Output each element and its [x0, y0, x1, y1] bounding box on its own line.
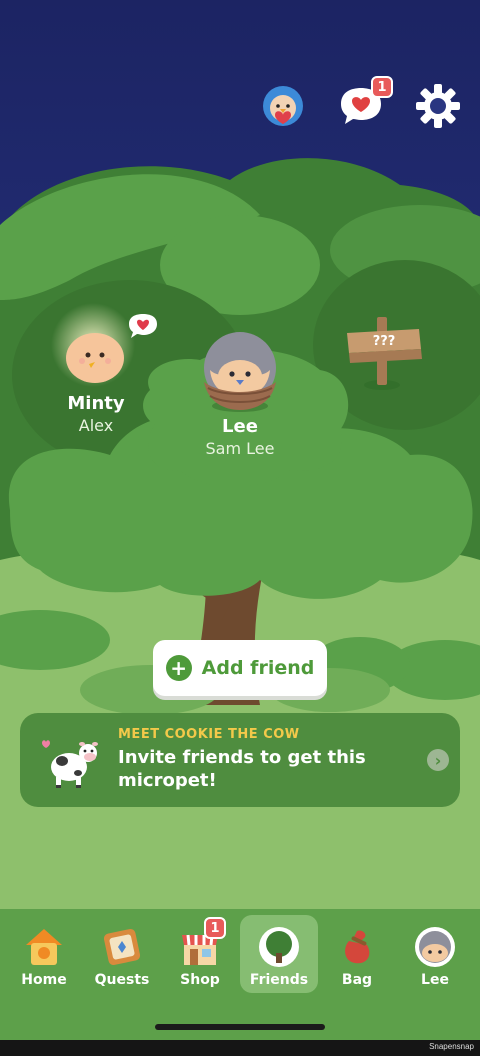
nav-label-home: Home — [21, 972, 67, 988]
heart-bubble-icon — [126, 312, 160, 340]
gear-icon[interactable] — [414, 82, 462, 130]
bag-icon — [335, 925, 379, 969]
cow-icon — [38, 733, 100, 791]
nav-label-lee: Lee — [421, 972, 449, 988]
watermark: Snapensnap — [429, 1042, 474, 1051]
pet-name-lee: Lee — [222, 416, 258, 437]
heart-message-icon[interactable]: 1 — [337, 76, 393, 130]
chevron-right-icon[interactable]: › — [427, 749, 449, 771]
shop-badge: 1 — [204, 917, 226, 939]
pet-name-minty: Minty — [67, 393, 125, 414]
nav-label-bag: Bag — [341, 972, 373, 988]
nav-label-friends: Friends — [249, 972, 309, 988]
add-friend-button[interactable]: + Add friend — [153, 640, 327, 696]
nav-item-profile[interactable]: Lee — [396, 915, 474, 993]
signpost-text: ??? — [372, 334, 396, 349]
footer-strip: Snapensnap — [0, 1040, 480, 1056]
home-indicator — [155, 1024, 325, 1030]
nav-item-shop[interactable]: 1 Shop — [161, 915, 239, 993]
birdhouse-icon — [22, 925, 66, 969]
promo-message: Invite friends to get this micropet! — [118, 747, 366, 791]
owner-name-sam-lee: Sam Lee — [205, 439, 275, 458]
plus-icon: + — [165, 655, 192, 681]
bird-hug-icon[interactable] — [259, 82, 307, 130]
mystery-signpost[interactable]: ??? — [344, 313, 424, 393]
add-friend-label: Add friend — [201, 657, 315, 679]
avatar-icon — [413, 925, 457, 969]
shop-icon: 1 — [178, 917, 226, 969]
pet-lee-avatar[interactable] — [198, 330, 282, 416]
tree-scene-background — [0, 0, 480, 1056]
cookie-cow-promo-card[interactable]: MEET COOKIE THE COW Invite friends to ge… — [20, 713, 460, 807]
nav-item-home[interactable]: Home — [5, 915, 83, 993]
nav-item-quests[interactable]: Quests — [83, 915, 161, 993]
quest-board-icon — [100, 925, 144, 969]
nav-label-quests: Quests — [94, 972, 150, 988]
owner-name-alex: Alex — [78, 416, 114, 435]
messages-badge: 1 — [371, 76, 393, 98]
nav-label-shop: Shop — [180, 972, 220, 988]
nav-item-bag[interactable]: Bag — [318, 915, 396, 993]
promo-kicker: MEET COOKIE THE COW — [118, 727, 300, 742]
bottom-navigation: Home Quests 1 Shop Friends Bag Lee — [0, 909, 480, 1040]
nav-item-friends[interactable]: Friends — [240, 915, 318, 993]
pet-minty-avatar[interactable] — [64, 327, 126, 385]
tree-icon — [257, 925, 301, 969]
